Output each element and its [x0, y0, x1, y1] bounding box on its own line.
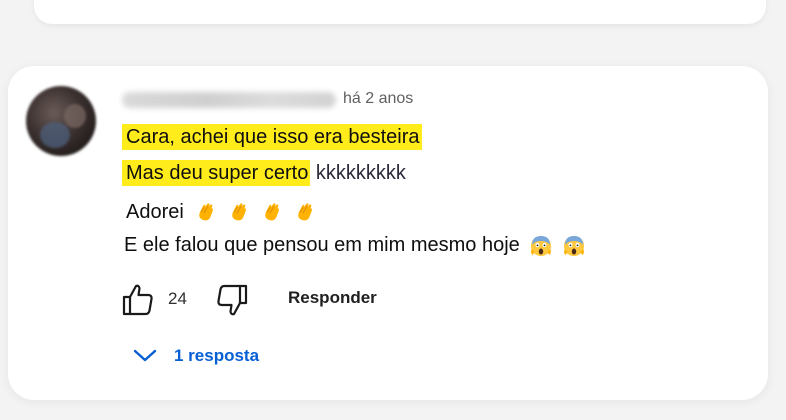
- comment-line-4: E ele falou que pensou em mim mesmo hoje: [124, 232, 586, 258]
- thumbs-up-icon: [122, 284, 153, 316]
- comment-text: E ele falou que pensou em mim mesmo hoje: [124, 234, 520, 256]
- comment-line-1: Cara, achei que isso era besteira: [122, 124, 422, 150]
- replies-count-label: 1 resposta: [174, 346, 260, 365]
- comment-line-3: Adorei: [126, 199, 316, 225]
- thumbs-down-icon: [217, 284, 248, 316]
- clapping-hands-emoji-icon: [199, 203, 213, 221]
- chevron-down-icon: [133, 349, 157, 362]
- highlighted-text: Mas deu super certo: [122, 160, 311, 186]
- like-count: 24: [168, 289, 187, 308]
- comment-timestamp[interactable]: há 2 anos: [343, 90, 413, 108]
- screaming-face-emoji-icon: [563, 236, 584, 256]
- view-replies-button[interactable]: 1 resposta: [132, 342, 259, 370]
- clapping-hands-emoji-icon: [265, 203, 279, 221]
- clapping-hands-emoji-icon: [298, 203, 312, 221]
- previous-comment-card: [34, 0, 766, 24]
- author-name-redacted[interactable]: [122, 92, 336, 108]
- comment-text: kkkkkkkkk: [310, 162, 406, 184]
- reply-button[interactable]: Responder: [288, 288, 377, 308]
- dislike-button[interactable]: [214, 282, 250, 318]
- screaming-face-emoji-icon: [530, 236, 551, 256]
- like-button[interactable]: [120, 282, 156, 318]
- clapping-hands-emoji-icon: [232, 203, 246, 221]
- comment-text: Adorei: [126, 201, 184, 223]
- comment-line-2: Mas deu super certo kkkkkkkkk: [122, 160, 406, 186]
- highlighted-text: Cara, achei que isso era besteira: [122, 124, 422, 150]
- avatar[interactable]: [26, 86, 96, 156]
